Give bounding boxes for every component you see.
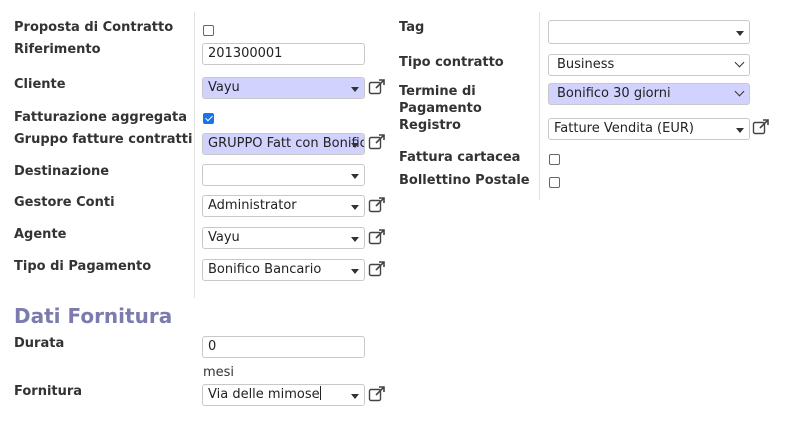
riferimento-input[interactable]: 201300001 (202, 43, 365, 65)
external-link-icon[interactable] (368, 196, 386, 214)
fatturazione-aggregata-label: Fatturazione aggregata (14, 110, 187, 125)
tipo-pagamento-select[interactable]: Bonifico Bancario (202, 259, 365, 281)
termine-pagamento-select[interactable]: Bonifico 30 giorni (548, 83, 750, 105)
caret-down-icon (351, 269, 359, 274)
termine-label-line2: Pagamento (399, 101, 482, 116)
riferimento-value: 201300001 (208, 46, 283, 61)
termine-label-line1: Termine di (399, 84, 476, 99)
caret-down-icon (351, 143, 359, 148)
gruppo-value: GRUPPO Fatt con Bonifico (208, 136, 364, 151)
tag-select[interactable] (548, 20, 750, 44)
fornitura-label: Fornitura (14, 384, 83, 399)
registro-select[interactable]: Fatture Vendita (EUR) (548, 118, 750, 140)
fornitura-value: Via delle mimose (208, 387, 320, 402)
external-link-icon[interactable] (368, 385, 386, 403)
gestore-value: Administrator (208, 198, 297, 213)
caret-down-icon (351, 394, 359, 399)
durata-input[interactable]: 0 (202, 336, 365, 358)
column-separator-left (194, 12, 195, 298)
cliente-select[interactable]: Vayu (202, 77, 365, 99)
durata-unit: mesi (203, 365, 235, 380)
fornitura-select[interactable]: Via delle mimose (202, 384, 365, 406)
gruppo-select[interactable]: GRUPPO Fatt con Bonifico (202, 133, 365, 155)
gruppo-label: Gruppo fatture contratti (14, 132, 193, 147)
caret-down-icon (736, 128, 744, 133)
bollettino-checkbox[interactable] (549, 177, 560, 188)
tipo-contratto-label: Tipo contratto (399, 55, 504, 70)
registro-value: Fatture Vendita (EUR) (554, 121, 694, 136)
tag-label: Tag (399, 20, 425, 35)
fattura-cartacea-label: Fattura cartacea (399, 150, 521, 165)
section-title-dati-fornitura: Dati Fornitura (14, 304, 173, 328)
external-link-icon[interactable] (368, 228, 386, 246)
agente-label: Agente (14, 227, 67, 242)
registro-label: Registro (399, 118, 461, 133)
text-cursor (319, 386, 321, 400)
fatturazione-aggregata-checkbox[interactable] (203, 113, 214, 124)
external-link-icon[interactable] (368, 78, 386, 96)
cliente-value: Vayu (208, 80, 240, 95)
riferimento-label: Riferimento (14, 42, 101, 57)
durata-label: Durata (14, 336, 65, 351)
external-link-icon[interactable] (752, 118, 770, 136)
caret-down-icon (736, 31, 744, 36)
bollettino-label: Bollettino Postale (399, 173, 530, 188)
proposta-checkbox[interactable] (203, 25, 214, 36)
external-link-icon[interactable] (368, 260, 386, 278)
gestore-label: Gestore Conti (14, 195, 115, 210)
proposta-label: Proposta di Contratto (14, 20, 174, 35)
agente-select[interactable]: Vayu (202, 227, 365, 249)
fattura-cartacea-checkbox[interactable] (549, 154, 560, 165)
tipo-pagamento-label: Tipo di Pagamento (14, 259, 152, 274)
gestore-select[interactable]: Administrator (202, 195, 365, 217)
tipo-contratto-value: Business (557, 57, 615, 72)
caret-down-icon (351, 237, 359, 242)
agente-value: Vayu (208, 230, 240, 245)
column-separator-right (539, 12, 540, 200)
tipo-pagamento-value: Bonifico Bancario (208, 262, 322, 277)
destinazione-label: Destinazione (14, 164, 110, 179)
external-link-icon[interactable] (368, 133, 386, 151)
termine-pagamento-value: Bonifico 30 giorni (557, 86, 671, 101)
durata-value: 0 (208, 339, 217, 354)
destinazione-select[interactable] (202, 164, 365, 186)
caret-down-icon (351, 87, 359, 92)
tipo-contratto-select[interactable]: Business (548, 54, 750, 76)
caret-down-icon (351, 205, 359, 210)
caret-down-icon (351, 174, 359, 179)
fornitura-value-wrap: Via delle mimose (208, 385, 364, 405)
cliente-label: Cliente (14, 77, 66, 92)
